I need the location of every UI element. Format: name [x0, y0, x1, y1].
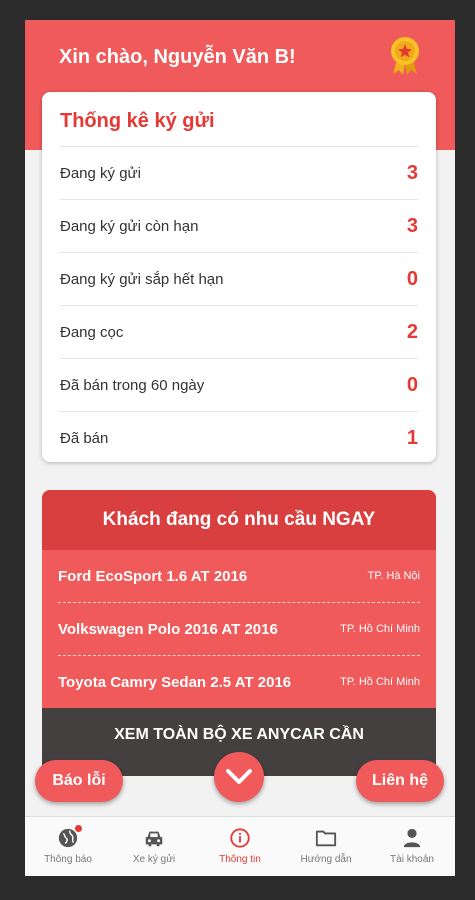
stat-value: 1	[406, 426, 418, 449]
city-name: TP. Hồ Chí Minh	[340, 623, 420, 635]
stat-row-sold-60-days[interactable]: Đã bán trong 60 ngày 0	[60, 358, 418, 411]
car-icon	[145, 831, 163, 847]
nav-label: Xe ký gửi	[132, 854, 176, 865]
city-name: TP. Hồ Chí Minh	[340, 676, 420, 688]
stat-value: 0	[406, 267, 418, 290]
demand-row[interactable]: Toyota Camry Sedan 2.5 AT 2016 TP. Hồ Chí…	[58, 656, 420, 708]
app-screen: Xin chào, Nguyễn Văn B! Thống kê ký gửi …	[25, 20, 455, 876]
nav-label: Thông báo	[44, 854, 92, 865]
nav-label: Tài khoản	[390, 854, 434, 865]
stat-value: 3	[406, 161, 418, 184]
stat-value: 3	[406, 214, 418, 237]
info-icon	[230, 828, 250, 848]
stat-label: Đã bán trong 60 ngày	[60, 376, 205, 394]
demand-title: Khách đang có nhu cầu NGAY	[42, 490, 436, 550]
nav-item-notifications[interactable]: Thông báo	[25, 817, 111, 876]
stat-row-expiring[interactable]: Đang ký gửi sắp hết hạn 0	[60, 252, 418, 305]
stat-row-consigning[interactable]: Đang ký gửi 3	[60, 146, 418, 199]
nav-label: Hướng dẫn	[300, 854, 352, 865]
car-name: Toyota Camry Sedan 2.5 AT 2016	[58, 673, 292, 691]
stat-row-valid[interactable]: Đang ký gửi còn hạn 3	[60, 199, 418, 252]
contact-button[interactable]: Liên hệ	[356, 760, 444, 802]
stat-row-deposit[interactable]: Đang cọc 2	[60, 305, 418, 358]
stat-label: Đang ký gửi	[60, 164, 141, 182]
car-name: Volkswagen Polo 2016 AT 2016	[58, 620, 278, 638]
car-name: Ford EcoSport 1.6 AT 2016	[58, 567, 248, 585]
demand-row[interactable]: Volkswagen Polo 2016 AT 2016 TP. Hồ Chí M…	[58, 603, 420, 656]
customer-demand-card: Khách đang có nhu cầu NGAY Ford EcoSport…	[42, 490, 436, 776]
user-icon	[403, 828, 421, 848]
nav-label: Thông tin	[219, 854, 261, 865]
stat-label: Đang cọc	[60, 323, 124, 341]
stat-value: 0	[406, 373, 418, 396]
nav-item-guide[interactable]: Hướng dẫn	[283, 817, 369, 876]
stats-title: Thống kê ký gửi	[60, 110, 215, 132]
stat-label: Đang ký gửi còn hạn	[60, 217, 199, 235]
nav-item-info[interactable]: Thông tin	[197, 817, 283, 876]
stats-list: Đang ký gửi 3 Đang ký gửi còn hạn 3 Đang k…	[60, 146, 418, 464]
medal-icon[interactable]	[387, 36, 423, 76]
stat-label: Đã bán	[60, 429, 109, 447]
report-bug-button[interactable]: Báo lỗi	[35, 760, 123, 802]
city-name: TP. Hà Nội	[367, 570, 420, 582]
stat-row-sold[interactable]: Đã bán 1	[60, 411, 418, 464]
nav-item-consigned-cars[interactable]: Xe ký gửi	[111, 817, 197, 876]
bottom-nav: Thông báo Xe ký gửi Thông tin Hướng dẫn …	[25, 816, 455, 876]
chevron-down-icon	[226, 769, 252, 784]
stat-label: Đang ký gửi sắp hết hạn	[60, 270, 224, 288]
folder-icon	[315, 830, 337, 847]
nav-item-account[interactable]: Tài khoản	[369, 817, 455, 876]
stat-value: 2	[406, 320, 418, 343]
expand-button[interactable]	[214, 752, 264, 802]
greeting-text: Xin chào, Nguyễn Văn B!	[59, 46, 296, 68]
demand-row[interactable]: Ford EcoSport 1.6 AT 2016 TP. Hà Nội	[58, 550, 420, 603]
consignment-stats-card: Thống kê ký gửi Đang ký gửi 3 Đang ký gửi…	[42, 92, 436, 462]
notification-dot	[75, 825, 82, 832]
demand-list: Ford EcoSport 1.6 AT 2016 TP. Hà Nội Volk…	[42, 550, 436, 708]
